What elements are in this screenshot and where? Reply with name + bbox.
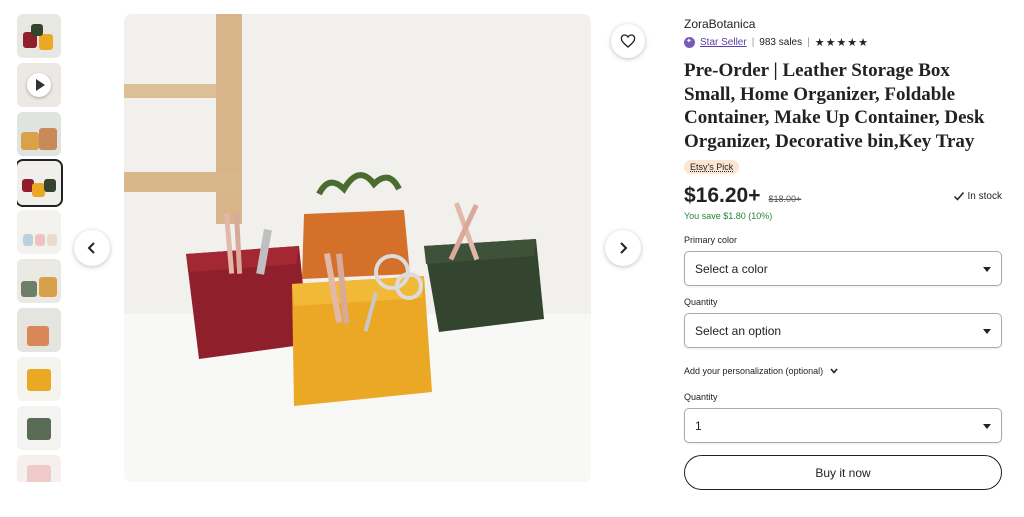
quantity-select[interactable]: 1: [684, 408, 1002, 443]
personalization-label: Add your personalization (optional): [684, 366, 824, 376]
next-image-button[interactable]: [605, 230, 641, 266]
chevron-down-icon: [830, 368, 838, 374]
price-row: $16.20+ $18.00+ In stock: [684, 184, 1002, 208]
thumbnail[interactable]: [17, 210, 61, 254]
thumbnail[interactable]: [17, 455, 61, 482]
buy-now-button[interactable]: Buy it now: [684, 455, 1002, 490]
primary-color-label: Primary color: [684, 235, 738, 245]
divider: |: [807, 36, 810, 48]
dropdown-caret-icon: [983, 329, 991, 334]
thumbnail[interactable]: [17, 406, 61, 450]
sales-count: 983 sales: [759, 36, 803, 48]
primary-color-value: Select a color: [695, 261, 768, 276]
original-price: $18.00+: [768, 194, 802, 204]
savings-text: You save $1.80 (10%): [684, 211, 773, 221]
quantity-option-value: Select an option: [695, 323, 782, 338]
thumbnail[interactable]: [17, 259, 61, 303]
star-seller-icon: [684, 36, 695, 48]
thumbnail-list: [17, 14, 63, 482]
thumbnail[interactable]: [17, 308, 61, 352]
heart-icon: [620, 34, 636, 48]
play-icon: [27, 73, 51, 97]
star-seller-link[interactable]: Star Seller: [700, 37, 747, 48]
dropdown-caret-icon: [983, 424, 991, 429]
current-price: $16.20+: [684, 184, 761, 207]
product-details-panel: ZoraBotanica Star Seller | 983 sales | ★…: [684, 16, 1002, 490]
previous-image-button[interactable]: [74, 230, 110, 266]
favorite-button[interactable]: [611, 24, 645, 58]
thumbnail[interactable]: [17, 357, 61, 401]
personalization-toggle[interactable]: Add your personalization (optional): [684, 366, 1002, 376]
divider: |: [751, 36, 755, 48]
chevron-right-icon: [620, 242, 628, 254]
quantity-value: 1: [695, 418, 702, 433]
thumbnail[interactable]: [17, 14, 61, 58]
product-photo: [124, 14, 591, 482]
rating-stars[interactable]: ★★★★★: [815, 36, 869, 49]
thumbnail-selected[interactable]: [17, 159, 63, 207]
quantity-label: Quantity: [684, 392, 718, 402]
main-product-image: [124, 14, 591, 482]
quantity-label: Quantity: [684, 297, 718, 307]
dropdown-caret-icon: [983, 267, 991, 272]
primary-color-select[interactable]: Select a color: [684, 251, 1002, 286]
checkmark-icon: [953, 192, 964, 201]
seller-info: Star Seller | 983 sales | ★★★★★: [684, 35, 1002, 49]
etsys-pick-badge[interactable]: Etsy's Pick: [684, 160, 740, 174]
video-thumbnail[interactable]: [17, 63, 61, 107]
chevron-left-icon: [87, 242, 95, 254]
product-title: Pre-Order | Leather Storage Box Small, H…: [684, 60, 985, 152]
stock-status: In stock: [953, 190, 1002, 202]
stock-label: In stock: [967, 190, 1002, 202]
thumbnail[interactable]: [17, 112, 61, 156]
shop-name-link[interactable]: ZoraBotanica: [684, 16, 1002, 32]
quantity-option-select[interactable]: Select an option: [684, 313, 1002, 348]
